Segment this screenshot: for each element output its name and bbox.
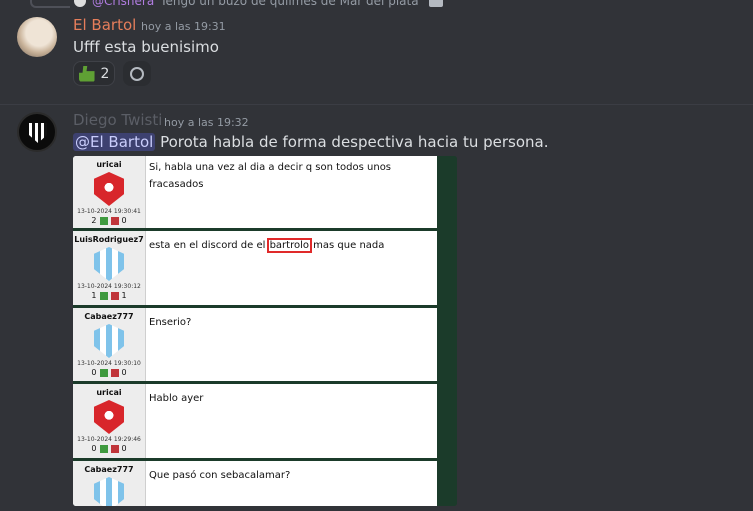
post-votes: 2 0 bbox=[91, 216, 126, 225]
post-username: uricai bbox=[96, 388, 122, 397]
reply-connector bbox=[30, 0, 70, 8]
upvote-count: 0 bbox=[91, 444, 97, 453]
post-text: Que pasó con sebacalamar? bbox=[149, 470, 291, 481]
thumbs-up-icon bbox=[78, 65, 95, 82]
attached-image[interactable]: uricai 13-10-2024 19:30:41 2 0 Si, habla… bbox=[73, 156, 457, 506]
post-votes: 0 0 bbox=[91, 444, 126, 453]
post-author-panel: Cabaez777 13-10-2024 19:30:10 0 0 bbox=[73, 308, 146, 381]
reply-text: Tengo un buzo de quilmes de Mar del plat… bbox=[160, 0, 419, 8]
post-author-panel: LuisRodriguez7 13-10-2024 19:30:12 1 1 bbox=[73, 231, 146, 305]
upvote-icon bbox=[99, 216, 108, 225]
reaction-count: 2 bbox=[100, 65, 110, 82]
image-border bbox=[437, 156, 457, 506]
downvote-icon bbox=[110, 368, 119, 377]
club-badge-icon bbox=[94, 324, 124, 358]
post-date: 13-10-2024 19:30:12 bbox=[77, 283, 141, 290]
forum-post: uricai 13-10-2024 19:30:41 2 0 Si, habla… bbox=[73, 156, 437, 230]
post-votes: 0 0 bbox=[91, 368, 126, 377]
post-date: 13-10-2024 19:29:46 bbox=[77, 436, 141, 443]
post-text-part: esta en el discord de el bbox=[149, 240, 269, 251]
post-text: Enserio? bbox=[149, 317, 192, 328]
post-username: LuisRodriguez7 bbox=[74, 235, 144, 244]
forum-post: Cabaez777 Que pasó con sebacalamar? bbox=[73, 461, 437, 506]
club-badge-icon bbox=[94, 172, 124, 206]
downvote-count: 1 bbox=[121, 291, 127, 300]
user-mention[interactable]: @El Bartol bbox=[73, 133, 156, 151]
author-name[interactable]: Diego Twisti bbox=[73, 111, 162, 129]
post-text: Si, habla una vez al dia a decir q son t… bbox=[149, 162, 392, 190]
reply-mention[interactable]: @Crisnera bbox=[92, 0, 154, 8]
avatar-el-bartol[interactable] bbox=[17, 17, 57, 57]
forum-post: uricai 13-10-2024 19:29:46 0 0 Hablo aye… bbox=[73, 384, 437, 460]
post-text: Hablo ayer bbox=[149, 393, 204, 404]
downvote-icon bbox=[110, 444, 119, 453]
post-author-panel: uricai 13-10-2024 19:30:41 2 0 bbox=[73, 156, 146, 228]
downvote-count: 0 bbox=[121, 444, 127, 453]
club-badge-icon bbox=[94, 247, 124, 281]
message-text: @El Bartol Porota habla de forma despect… bbox=[73, 133, 548, 151]
reply-avatar bbox=[74, 0, 86, 7]
upvote-icon bbox=[99, 291, 108, 300]
downvote-icon bbox=[110, 216, 119, 225]
upvote-icon bbox=[99, 444, 108, 453]
reply-reference[interactable]: @Crisnera Tengo un buzo de quilmes de Ma… bbox=[74, 0, 443, 8]
post-username: Cabaez777 bbox=[84, 465, 134, 474]
upvote-count: 0 bbox=[91, 368, 97, 377]
message-body: Porota habla de forma despectiva hacia t… bbox=[160, 133, 549, 151]
downvote-count: 0 bbox=[121, 216, 127, 225]
post-date: 13-10-2024 19:30:10 bbox=[77, 360, 141, 367]
smile-icon bbox=[130, 66, 144, 81]
highlighted-word: bartrolo bbox=[266, 238, 313, 253]
club-shield-icon bbox=[29, 123, 47, 143]
author-name[interactable]: El Bartol bbox=[73, 16, 136, 34]
post-username: uricai bbox=[96, 160, 122, 169]
post-text-part: mas que nada bbox=[310, 240, 385, 251]
club-badge-icon bbox=[94, 477, 124, 506]
upvote-icon bbox=[99, 368, 108, 377]
upvote-count: 1 bbox=[91, 291, 97, 300]
forum-post: LuisRodriguez7 13-10-2024 19:30:12 1 1 e… bbox=[73, 231, 437, 307]
add-reaction-button[interactable] bbox=[123, 61, 151, 86]
post-date: 13-10-2024 19:30:41 bbox=[77, 208, 141, 215]
upvote-count: 2 bbox=[91, 216, 97, 225]
message-text: Ufff esta buenisimo bbox=[73, 38, 219, 56]
image-icon bbox=[428, 0, 443, 7]
avatar-diego-twisti[interactable] bbox=[17, 112, 57, 152]
post-author-panel: uricai 13-10-2024 19:29:46 0 0 bbox=[73, 384, 146, 458]
post-author-panel: Cabaez777 bbox=[73, 461, 146, 506]
post-username: Cabaez777 bbox=[84, 312, 134, 321]
reaction-thumbs-up[interactable]: 2 bbox=[73, 61, 115, 86]
timestamp: hoy a las 19:32 bbox=[164, 116, 249, 129]
post-votes: 1 1 bbox=[91, 291, 126, 300]
timestamp: hoy a las 19:31 bbox=[141, 20, 226, 33]
downvote-icon bbox=[110, 291, 119, 300]
post-text: esta en el discord de el bartrolo mas qu… bbox=[146, 231, 437, 305]
message-divider bbox=[0, 104, 753, 105]
downvote-count: 0 bbox=[121, 368, 127, 377]
club-badge-icon bbox=[94, 400, 124, 434]
forum-post: Cabaez777 13-10-2024 19:30:10 0 0 Enseri… bbox=[73, 308, 437, 383]
